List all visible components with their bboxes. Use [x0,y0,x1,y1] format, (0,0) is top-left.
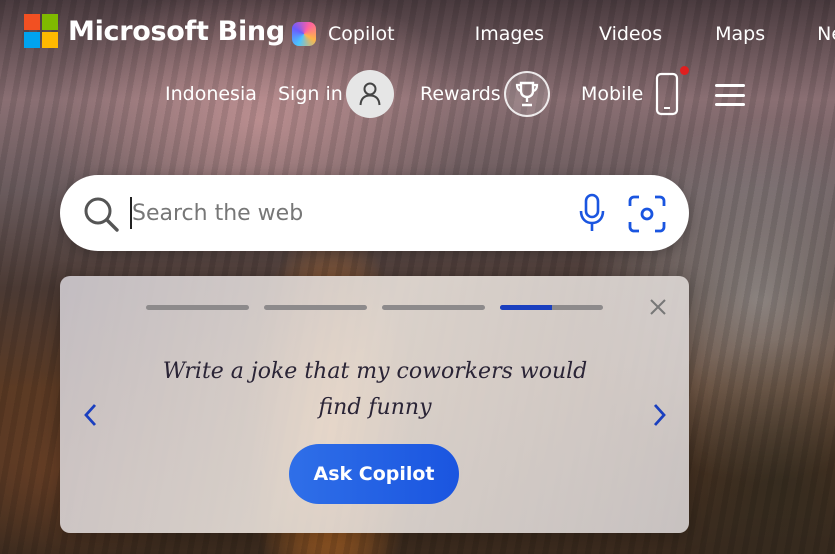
visual-search-icon[interactable] [628,195,666,233]
progress-segment [382,305,485,310]
rewards-button[interactable] [504,71,550,117]
menu-icon[interactable] [715,84,745,106]
progress-fill [500,305,552,310]
microphone-icon[interactable] [578,193,606,233]
ask-copilot-button[interactable]: Ask Copilot [289,444,459,504]
search-input[interactable] [132,193,552,233]
sign-in-link[interactable]: Sign in [278,83,343,105]
carousel-progress [146,305,603,310]
nav-news[interactable]: News [817,23,835,45]
search-icon[interactable] [82,195,120,233]
nav-copilot[interactable]: Copilot [292,22,395,46]
nav-copilot-label: Copilot [328,23,395,45]
chevron-right-icon[interactable] [652,402,668,428]
brand-name: Microsoft Bing [68,15,285,47]
text-cursor [130,197,132,229]
nav-images[interactable]: Images [475,23,544,45]
user-icon [359,82,381,106]
avatar[interactable] [346,70,394,118]
microsoft-logo-icon [24,14,58,48]
top-nav: Copilot Images Videos Maps News [292,22,835,46]
phone-icon[interactable] [655,72,679,116]
rewards-link[interactable]: Rewards [420,83,501,105]
progress-segment [500,305,603,310]
trophy-icon [515,81,539,107]
copilot-prompt-card: Write a joke that my coworkers would fin… [60,276,689,533]
bing-logo[interactable]: Microsoft Bing [24,14,285,48]
nav-videos[interactable]: Videos [599,23,662,45]
nav-maps[interactable]: Maps [715,23,765,45]
prompt-text: Write a joke that my coworkers would fin… [162,359,588,420]
mobile-link[interactable]: Mobile [581,83,643,105]
progress-segment [264,305,367,310]
account-bar: Indonesia Sign in Rewards Mobile [0,66,835,120]
search-box [60,175,689,251]
notification-dot [680,66,689,75]
chevron-left-icon[interactable] [82,402,98,428]
progress-segment [146,305,249,310]
copilot-icon [292,22,316,46]
close-icon[interactable] [649,298,667,316]
region-link[interactable]: Indonesia [165,83,257,105]
